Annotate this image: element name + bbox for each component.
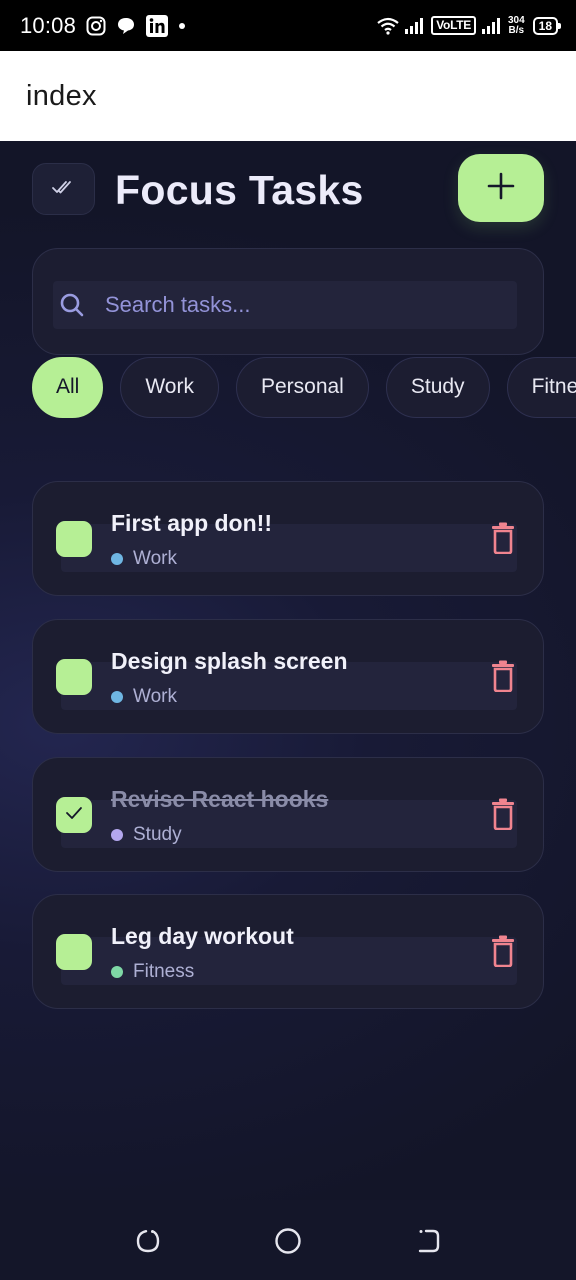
wifi-icon: [377, 17, 399, 35]
search-card: [32, 248, 544, 355]
search-icon: [59, 292, 85, 318]
filter-chip-fitness[interactable]: Fitness: [506, 356, 576, 418]
task-category: Fitness: [111, 961, 194, 983]
network-speed-unit: B/s: [508, 24, 525, 36]
task-checkbox[interactable]: [56, 934, 92, 970]
dot-icon: [178, 22, 186, 30]
task-card[interactable]: Revise React hooks Study: [32, 757, 544, 872]
double-check-icon: [51, 178, 77, 201]
filter-chip-personal[interactable]: Personal: [235, 356, 369, 418]
battery-indicator: 18: [532, 16, 562, 35]
trash-icon[interactable]: [490, 660, 516, 693]
plus-icon: [486, 171, 516, 206]
app-header: index: [0, 51, 576, 141]
filter-chip-study[interactable]: Study: [385, 356, 490, 418]
linkedin-icon: [146, 14, 169, 37]
task-category-label: Work: [133, 548, 177, 569]
trash-icon[interactable]: [490, 522, 516, 555]
category-dot: [111, 553, 123, 565]
task-card[interactable]: Leg day workout Fitness: [32, 894, 544, 1009]
signal-icon: [405, 17, 425, 34]
home-icon[interactable]: [273, 1226, 303, 1256]
volte-badge: VoLTE: [431, 16, 476, 35]
task-checkbox-checked[interactable]: [56, 797, 92, 833]
network-speed: 304 B/s: [507, 14, 525, 36]
task-title: Design splash screen: [111, 648, 348, 674]
add-task-button[interactable]: [458, 154, 544, 222]
task-card[interactable]: First app don!! Work: [32, 481, 544, 596]
back-icon[interactable]: [413, 1226, 443, 1256]
task-category: Work: [111, 686, 177, 708]
network-speed-value: 304: [507, 14, 525, 26]
instagram-icon: [86, 16, 106, 36]
filter-chips: All Work Personal Study Fitness: [32, 356, 576, 418]
task-title: Leg day workout: [111, 923, 294, 949]
system-nav-bar: [0, 1200, 576, 1280]
trash-icon[interactable]: [490, 935, 516, 968]
task-title: First app don!!: [111, 510, 272, 536]
task-category: Work: [111, 548, 177, 570]
signal-icon-2: [481, 17, 502, 34]
task-checkbox[interactable]: [56, 521, 92, 557]
page-title: Focus Tasks: [115, 167, 364, 213]
task-card[interactable]: Design splash screen Work: [32, 619, 544, 734]
trash-icon[interactable]: [490, 798, 516, 831]
filter-chip-all[interactable]: All: [32, 356, 104, 418]
category-dot: [111, 966, 123, 978]
search-bar[interactable]: [53, 281, 517, 329]
task-checkbox[interactable]: [56, 659, 92, 695]
check-all-button[interactable]: [32, 163, 95, 215]
task-category-label: Work: [133, 686, 177, 707]
chat-icon: [116, 16, 136, 36]
task-category-label: Study: [133, 824, 182, 845]
task-title: Revise React hooks: [111, 786, 329, 812]
top-row: Focus Tasks: [32, 154, 544, 229]
task-screen: Focus Tasks All Work Personal Study Fitn…: [0, 141, 576, 1200]
task-category-label: Fitness: [133, 961, 195, 982]
category-dot: [111, 829, 123, 841]
filter-chip-work[interactable]: Work: [120, 356, 219, 418]
check-icon: [64, 805, 84, 826]
status-time: 10:08: [20, 12, 77, 38]
task-category: Study: [111, 824, 182, 846]
category-dot: [111, 691, 123, 703]
search-input[interactable]: [105, 292, 485, 318]
header-title: index: [26, 79, 97, 112]
status-bar: 10:08 VoLTE 304 B/s 18: [0, 0, 576, 51]
recents-icon[interactable]: [133, 1226, 163, 1256]
